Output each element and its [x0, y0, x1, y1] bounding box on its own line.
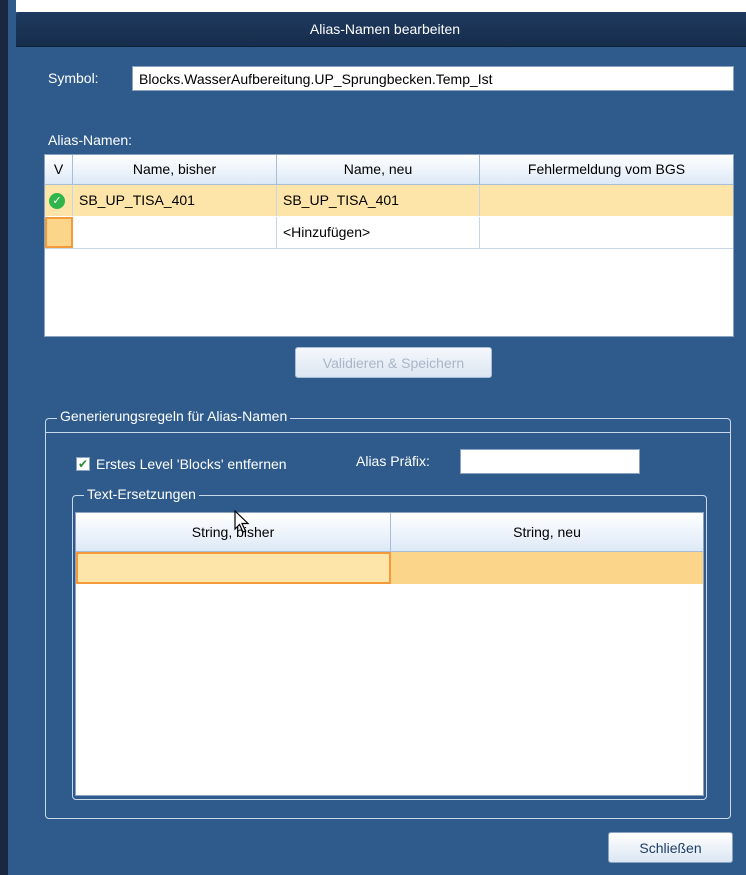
name-old-cell[interactable]: SB_UP_TISA_401 [73, 185, 277, 216]
alias-table-header: V Name, bisher Name, neu Fehlermeldung v… [45, 155, 733, 185]
table-row[interactable] [76, 552, 703, 584]
rules-group-label: Generierungsregeln für Alias-Namen [57, 408, 291, 424]
column-header-string-new[interactable]: String, neu [391, 513, 703, 551]
replacements-table[interactable]: String, bisher String, neu [75, 512, 704, 796]
symbol-input[interactable]: Blocks.WasserAufbereitung.UP_Sprungbecke… [132, 66, 734, 91]
column-header-name-old[interactable]: Name, bisher [73, 155, 277, 184]
error-cell [480, 185, 733, 216]
column-header-v[interactable]: V [45, 155, 73, 184]
top-strip [16, 0, 746, 12]
alias-prefix-label: Alias Präfix: [356, 453, 430, 469]
error-cell [480, 217, 733, 248]
column-header-error[interactable]: Fehlermeldung vom BGS [480, 155, 733, 184]
dialog-window: Alias-Namen bearbeiten Symbol: Blocks.Wa… [0, 0, 746, 875]
status-cell-focused[interactable] [45, 217, 73, 248]
validate-save-button[interactable]: Validieren & Speichern [295, 347, 492, 378]
mouse-pointer-icon [234, 509, 252, 537]
remove-first-level-label: Erstes Level 'Blocks' entfernen [96, 456, 287, 472]
name-new-cell[interactable]: SB_UP_TISA_401 [277, 185, 480, 216]
table-row[interactable]: <Hinzufügen> [45, 217, 733, 249]
check-circle-icon: ✓ [49, 193, 65, 209]
column-header-name-new[interactable]: Name, neu [277, 155, 480, 184]
alias-prefix-input[interactable] [460, 449, 640, 474]
title-bar: Alias-Namen bearbeiten [16, 12, 746, 47]
string-new-cell[interactable] [391, 552, 703, 584]
symbol-label: Symbol: [48, 70, 99, 86]
name-old-cell[interactable] [73, 217, 277, 248]
text-replacements-label: Text-Ersetzungen [84, 486, 199, 502]
close-button[interactable]: Schließen [608, 832, 733, 863]
table-row[interactable]: ✓ SB_UP_TISA_401 SB_UP_TISA_401 [45, 185, 733, 216]
add-entry-cell[interactable]: <Hinzufügen> [277, 217, 480, 248]
divider [46, 432, 730, 433]
alias-section-label: Alias-Namen: [48, 132, 133, 148]
replacements-table-header: String, bisher String, neu [76, 513, 703, 552]
window-title: Alias-Namen bearbeiten [309, 21, 461, 37]
alias-table[interactable]: V Name, bisher Name, neu Fehlermeldung v… [44, 154, 734, 337]
remove-first-level-checkbox[interactable]: ✔ [76, 457, 90, 471]
string-old-cell[interactable] [76, 552, 391, 584]
status-cell: ✓ [45, 185, 73, 216]
